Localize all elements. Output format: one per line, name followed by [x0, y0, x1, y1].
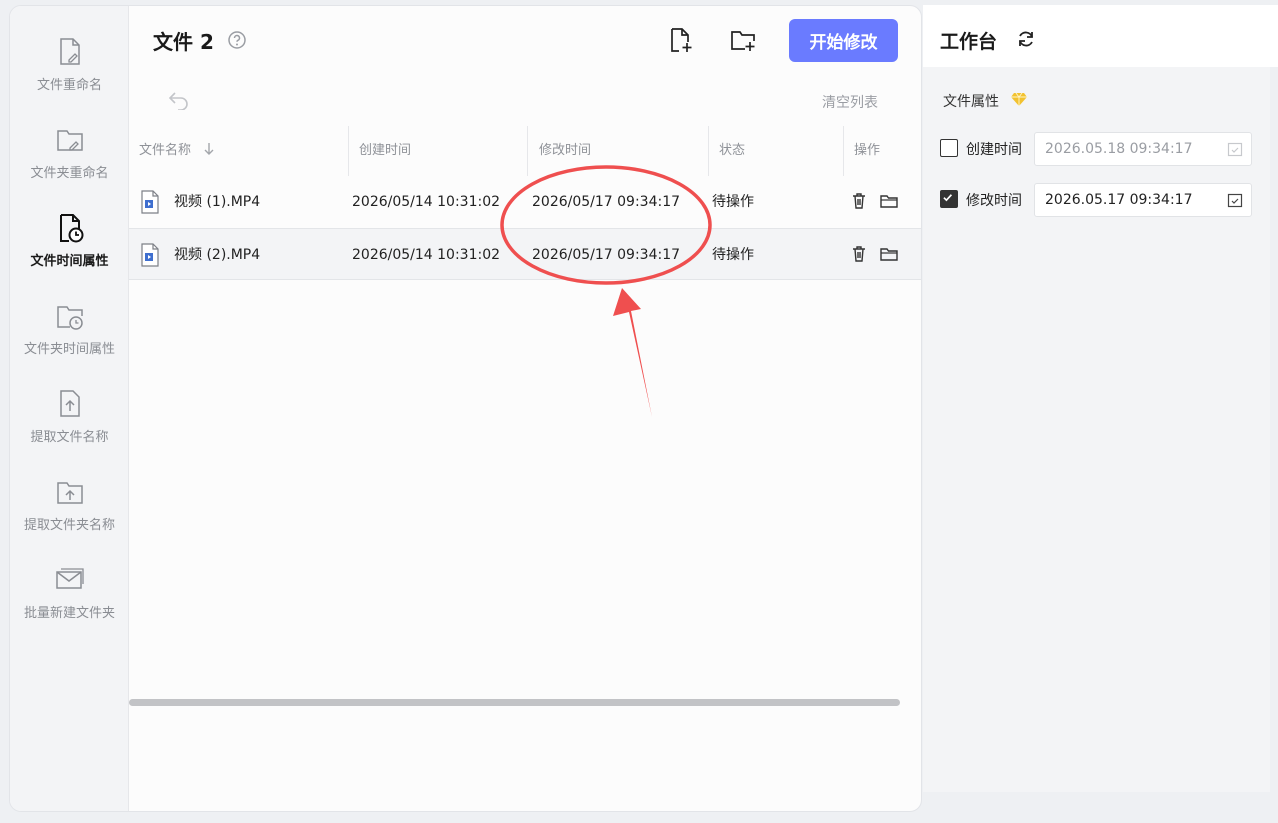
- sidebar-item-label: 批量新建文件夹: [23, 606, 115, 621]
- diamond-icon: [1011, 92, 1027, 106]
- sidebar-item-extract-file-names[interactable]: 提取文件名称: [10, 388, 129, 468]
- sidebar-item-extract-folder-names[interactable]: 提取文件夹名称: [10, 476, 129, 556]
- column-header-created: 创建时间: [359, 143, 412, 158]
- sidebar-item-file-rename[interactable]: 文件重命名: [10, 36, 129, 116]
- sidebar-item-label: 文件重命名: [36, 78, 102, 93]
- clear-list-button[interactable]: 清空列表: [822, 92, 878, 112]
- add-folder-icon[interactable]: [729, 26, 757, 54]
- sidebar-item-label: 文件夹重命名: [30, 166, 109, 181]
- folder-edit-icon: [56, 130, 83, 151]
- created-time: 2026/05/14 10:31:02: [352, 247, 501, 263]
- sidebar: 文件重命名 文件夹重命名 文件时间属性 文件夹时间属性 提取文件名称 提取文件夹…: [10, 6, 129, 811]
- column-divider: [708, 126, 709, 176]
- column-header-status: 状态: [719, 143, 746, 158]
- calendar-icon[interactable]: [1227, 192, 1243, 208]
- modified-time-checkbox[interactable]: [940, 190, 958, 208]
- start-modify-button[interactable]: 开始修改: [789, 19, 898, 62]
- status-text: 待操作: [712, 194, 754, 210]
- file-name: 视频 (2).MP4: [174, 247, 261, 263]
- file-attributes-label: 文件属性: [943, 94, 999, 110]
- status-text: 待操作: [712, 247, 754, 263]
- horizontal-scrollbar[interactable]: [129, 699, 900, 706]
- table-header: 文件名称 创建时间 修改时间 状态 操作: [129, 126, 921, 176]
- modified-time-label: 修改时间: [966, 193, 1022, 209]
- created-time-input[interactable]: 2026.05.18 09:34:17: [1034, 132, 1252, 166]
- workbench-header: 工作台: [923, 5, 1278, 67]
- table-row[interactable]: 视频 (1).MP4 2026/05/14 10:31:02 2026/05/1…: [129, 176, 921, 228]
- sidebar-item-file-time[interactable]: 文件时间属性: [10, 212, 129, 292]
- video-file-icon: [141, 190, 159, 214]
- workbench-title: 工作台: [940, 31, 998, 53]
- column-divider: [527, 126, 528, 176]
- file-upload-icon: [59, 390, 80, 417]
- calendar-icon[interactable]: [1227, 141, 1243, 157]
- modified-time-input[interactable]: 2026.05.17 09:34:17: [1034, 183, 1252, 217]
- file-clock-icon: [59, 214, 83, 243]
- file-name: 视频 (1).MP4: [174, 194, 261, 210]
- add-file-icon[interactable]: [666, 26, 694, 54]
- main-card: 文件重命名 文件夹重命名 文件时间属性 文件夹时间属性 提取文件名称 提取文件夹…: [9, 5, 922, 812]
- file-edit-icon: [59, 38, 80, 65]
- column-divider: [843, 126, 844, 176]
- mail-folder-icon: [55, 568, 84, 589]
- undo-icon[interactable]: [167, 88, 191, 110]
- folder-upload-icon: [56, 482, 83, 504]
- folder-clock-icon: [56, 306, 83, 330]
- workbench-panel: 文件属性 创建时间 2026.05.18 09:34:17 修改时间 2026.…: [923, 67, 1270, 792]
- sidebar-item-folder-time[interactable]: 文件夹时间属性: [10, 300, 129, 380]
- sidebar-item-label: 文件时间属性: [30, 254, 109, 269]
- created-time: 2026/05/14 10:31:02: [352, 194, 501, 210]
- sort-arrow-down-icon[interactable]: [203, 142, 215, 156]
- file-list-area: 文件 2 开始修改 清空列表 文件名称 创建时间 修改时间 状态 操作 视频 (…: [129, 6, 921, 811]
- sidebar-item-label: 提取文件夹名称: [23, 518, 115, 533]
- table-row[interactable]: 视频 (2).MP4 2026/05/14 10:31:02 2026/05/1…: [129, 228, 921, 280]
- help-icon[interactable]: [227, 30, 247, 50]
- created-time-checkbox[interactable]: [940, 139, 958, 157]
- created-time-label: 创建时间: [966, 142, 1022, 158]
- page-title: 文件 2: [153, 30, 214, 54]
- open-folder-icon[interactable]: [880, 245, 898, 263]
- column-header-name[interactable]: 文件名称: [139, 126, 215, 176]
- sidebar-item-label: 提取文件名称: [30, 430, 109, 445]
- delete-icon[interactable]: [850, 245, 868, 263]
- sidebar-item-label: 文件夹时间属性: [23, 342, 115, 357]
- sidebar-item-folder-rename[interactable]: 文件夹重命名: [10, 124, 129, 204]
- column-divider: [348, 126, 349, 176]
- video-file-icon: [141, 243, 159, 267]
- checkmark-icon: [943, 194, 953, 202]
- modified-time: 2026/05/17 09:34:17: [532, 194, 681, 210]
- modified-time: 2026/05/17 09:34:17: [532, 247, 681, 263]
- open-folder-icon[interactable]: [880, 192, 898, 210]
- column-header-actions: 操作: [854, 143, 881, 158]
- column-header-modified: 修改时间: [539, 143, 592, 158]
- refresh-icon[interactable]: [1016, 29, 1036, 49]
- sidebar-item-batch-create-folder[interactable]: 批量新建文件夹: [10, 564, 129, 644]
- delete-icon[interactable]: [850, 192, 868, 210]
